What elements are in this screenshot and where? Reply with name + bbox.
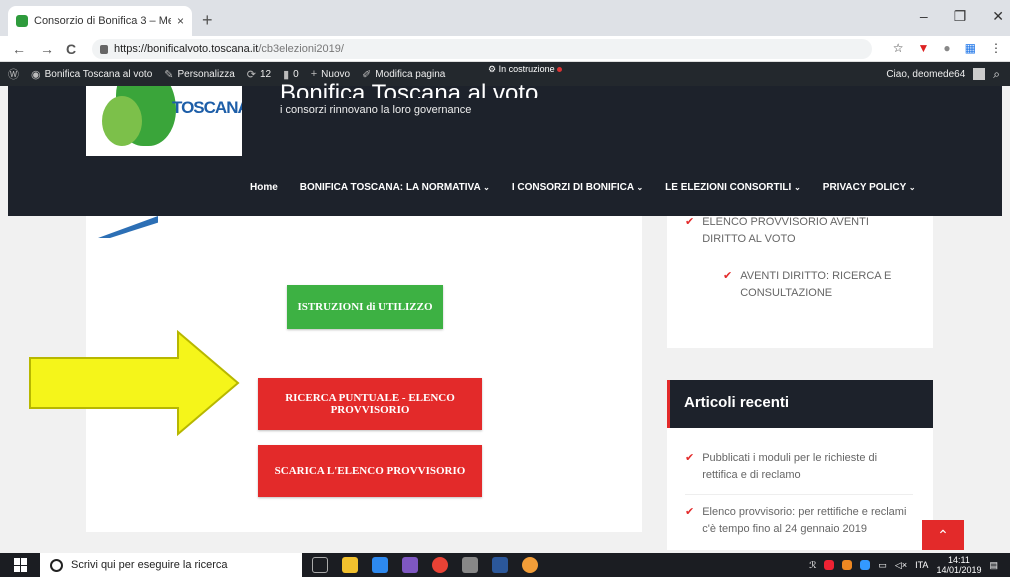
- url-field[interactable]: https://bonificalvoto.toscana.it/cb3elez…: [92, 39, 872, 59]
- status-dot: [557, 67, 563, 72]
- check-icon: ✔: [685, 452, 695, 464]
- wp-updates-link[interactable]: ⟳ 12: [247, 68, 271, 81]
- cortana-icon: [50, 558, 63, 572]
- reload-button[interactable]: C: [66, 41, 76, 57]
- word-icon[interactable]: [492, 557, 508, 573]
- chevron-down-icon: ⌄: [908, 183, 916, 192]
- wp-user-greeting[interactable]: Ciao, deomede64: [886, 69, 965, 80]
- address-bar-row: ← → C https://bonificalvoto.toscana.it/c…: [0, 36, 1010, 62]
- site-tagline: i consorzi rinnovano la loro governance: [280, 104, 472, 116]
- task-view-icon[interactable]: [312, 557, 328, 573]
- tab-close-button[interactable]: ×: [177, 14, 184, 28]
- url-domain: https://bonificalvoto.toscana.it: [114, 43, 259, 55]
- people-icon[interactable]: ℛ: [809, 560, 816, 571]
- menu-dots-icon[interactable]: ⋮: [990, 41, 1002, 55]
- chrome-active-icon[interactable]: [522, 557, 538, 573]
- volume-icon[interactable]: ◁×: [895, 560, 907, 571]
- app-icon[interactable]: [462, 557, 478, 573]
- new-tab-button[interactable]: +: [202, 10, 213, 31]
- gear-icon: ⚙: [488, 64, 497, 74]
- notification-icon[interactable]: ▤: [989, 560, 998, 571]
- tray-icon[interactable]: [860, 560, 871, 570]
- updates-icon: ⟳: [246, 68, 256, 81]
- favicon-icon: [16, 15, 28, 27]
- clock[interactable]: 14:11 14/01/2019: [936, 555, 981, 575]
- vivaldi-extension-icon[interactable]: ▼: [918, 41, 930, 55]
- browser-tab[interactable]: Consorzio di Bonifica 3 – Medio ×: [8, 6, 192, 36]
- chrome-icon[interactable]: [432, 557, 448, 573]
- divider: [685, 494, 913, 495]
- app-icon[interactable]: [372, 557, 388, 573]
- extension-icons: ☆ ▼ ● ▦ ⋮: [893, 41, 1002, 55]
- chevron-up-icon: ⌃: [937, 526, 949, 543]
- taskbar-search[interactable]: Scrivi qui per eseguire la ricerca: [40, 553, 302, 577]
- wp-site-link[interactable]: ◉ Bonifica Toscana al voto: [31, 68, 152, 81]
- site-title[interactable]: Bonifica Toscana al voto: [280, 72, 538, 98]
- tray-icon[interactable]: [842, 560, 853, 570]
- scroll-to-top-button[interactable]: ⌃: [922, 520, 964, 550]
- nav-consorzi[interactable]: I CONSORZI DI BONIFICA ⌄: [512, 182, 643, 193]
- extension-icon[interactable]: ●: [943, 41, 950, 55]
- instructions-button[interactable]: ISTRUZIONI di UTILIZZO: [287, 285, 443, 329]
- avatar[interactable]: [973, 68, 986, 80]
- logo-leaf-shape: [102, 96, 142, 146]
- maximize-button[interactable]: ❐: [954, 8, 967, 25]
- sidebar-link[interactable]: ✔ AVENTI DIRITTO: RICERCA E CONSULTAZION…: [723, 268, 913, 302]
- download-list-button[interactable]: SCARICA L'ELENCO PROVVISORIO: [258, 445, 482, 497]
- recent-posts-heading: Articoli recenti: [667, 380, 933, 428]
- search-icon[interactable]: ⌕: [993, 67, 1000, 82]
- back-button[interactable]: ←: [12, 41, 26, 57]
- window-controls: – ❐ ✕: [920, 8, 1004, 25]
- sidebar-widget-recent: Articoli recenti ✔ Pubblicati i moduli p…: [667, 380, 933, 550]
- construction-badge[interactable]: ⚙ In costruzione: [488, 64, 563, 75]
- check-icon: ✔: [685, 216, 695, 228]
- search-list-button[interactable]: RICERCA PUNTUALE - ELENCO PROVVISORIO: [258, 378, 482, 430]
- taskbar-search-placeholder: Scrivi qui per eseguire la ricerca: [71, 559, 228, 571]
- windows-start-icon[interactable]: [14, 558, 28, 572]
- wp-customize-link[interactable]: ✎ Personalizza: [164, 68, 234, 81]
- close-window-button[interactable]: ✕: [992, 8, 1004, 25]
- chevron-down-icon: ⌄: [636, 183, 644, 192]
- nav-privacy[interactable]: PRIVACY POLICY ⌄: [823, 182, 916, 193]
- tab-title: Consorzio di Bonifica 3 – Medio: [34, 15, 171, 27]
- nav-home[interactable]: Home: [250, 182, 278, 193]
- app-icon[interactable]: [402, 557, 418, 573]
- network-icon[interactable]: ▭: [878, 560, 887, 571]
- wordpress-logo-icon[interactable]: Ⓦ: [8, 66, 19, 82]
- recent-post-link[interactable]: ✔ Elenco provvisorio: per rettifiche e r…: [685, 504, 915, 538]
- lock-icon: [100, 44, 108, 54]
- yellow-arrow-icon: [29, 330, 240, 436]
- main-nav: Home BONIFICA TOSCANA: LA NORMATIVA ⌄ I …: [250, 182, 916, 193]
- translate-extension-icon[interactable]: ▦: [965, 41, 976, 55]
- minimize-button[interactable]: –: [920, 8, 928, 25]
- language-indicator[interactable]: ITA: [915, 560, 928, 570]
- forward-button[interactable]: →: [40, 41, 54, 57]
- tray-icon[interactable]: [824, 560, 835, 570]
- nav-elezioni[interactable]: LE ELEZIONI CONSORTILI ⌄: [665, 182, 801, 193]
- bookmark-star-icon[interactable]: ☆: [893, 41, 904, 55]
- chevron-down-icon: ⌄: [794, 183, 801, 192]
- check-icon: ✔: [685, 506, 695, 518]
- site-logo[interactable]: TOSCANA: [86, 86, 242, 156]
- logo-text: TOSCANA: [172, 98, 242, 117]
- taskbar: Scrivi qui per eseguire la ricerca ℛ ▭ ◁…: [0, 553, 1010, 577]
- file-explorer-icon[interactable]: [342, 557, 358, 573]
- dashboard-icon: ◉: [31, 68, 41, 81]
- system-tray: ℛ ▭ ◁× ITA 14:11 14/01/2019 ▤: [809, 553, 998, 577]
- brush-icon: ✎: [164, 68, 174, 81]
- taskbar-apps: [312, 557, 538, 573]
- nav-normativa[interactable]: BONIFICA TOSCANA: LA NORMATIVA ⌄: [300, 182, 490, 193]
- recent-post-link[interactable]: ✔ Pubblicati i moduli per le richieste d…: [685, 450, 915, 484]
- sidebar-link[interactable]: ✔ ELENCO PROVVISORIO AVENTI DIRITTO AL V…: [685, 214, 915, 248]
- browser-tabbar: Consorzio di Bonifica 3 – Medio × + – ❐ …: [0, 0, 1010, 36]
- url-path: /cb3elezioni2019/: [258, 43, 344, 55]
- chevron-down-icon: ⌄: [483, 183, 490, 192]
- check-icon: ✔: [723, 270, 733, 282]
- sidebar-widget-links: ✔ ELENCO PROVVISORIO AVENTI DIRITTO AL V…: [667, 216, 933, 348]
